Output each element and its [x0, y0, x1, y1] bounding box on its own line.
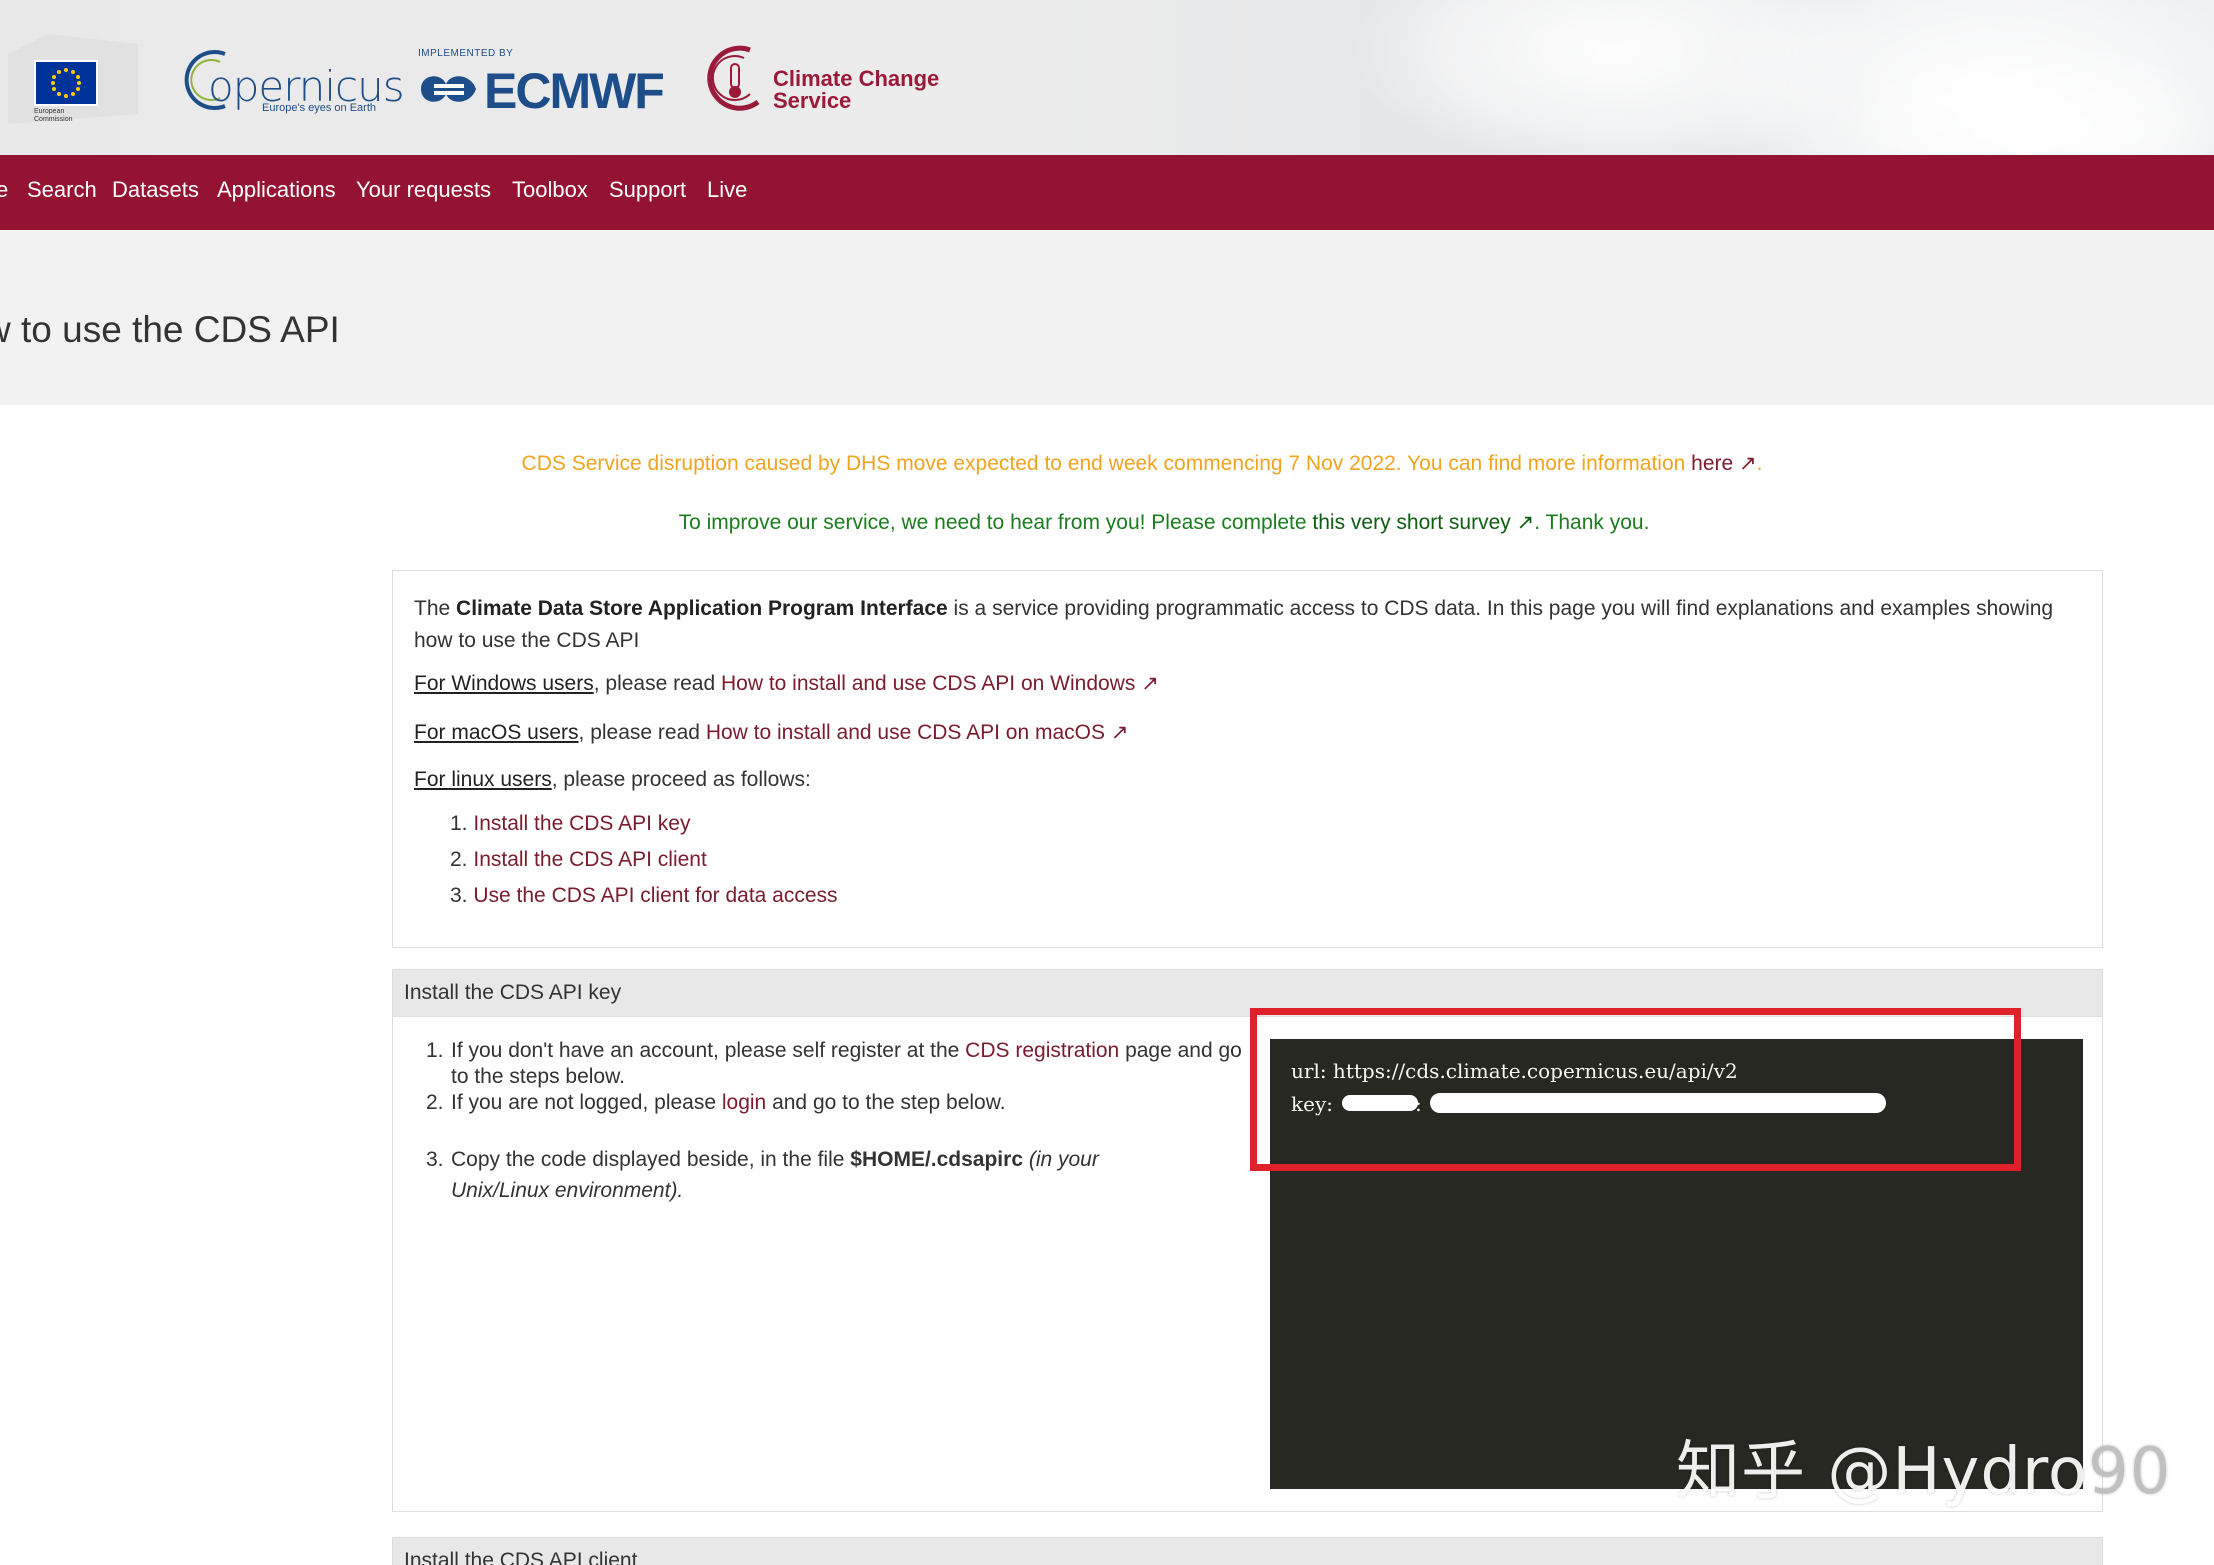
panel-heading-text: Install the CDS API client	[404, 1549, 638, 1565]
key-step-2: 2. If you are not logged, please login a…	[426, 1091, 1006, 1114]
disruption-notice: CDS Service disruption caused by DHS mov…	[521, 452, 1763, 475]
macos-install-link[interactable]: How to install and use CDS API on macOS	[706, 721, 1105, 744]
thermometer-globe-icon	[707, 45, 760, 111]
eu-flag-icon	[34, 60, 98, 106]
cds-registration-link[interactable]: CDS registration	[965, 1039, 1119, 1062]
linux-step-item: 2. Install the CDS API client	[450, 848, 707, 871]
macos-users-row: For macOS users, please read How to inst…	[414, 721, 1129, 744]
ecmwf-logo[interactable]: IMPLEMENTED BY ECMWF	[416, 48, 671, 119]
macos-users-label: For macOS users	[414, 721, 579, 744]
nav-item-search[interactable]: Search	[27, 177, 97, 203]
page-title: w to use the CDS API	[0, 309, 340, 350]
nav-item-home[interactable]: e	[0, 177, 8, 203]
site-header: European Commission opernicus Europe's e…	[0, 0, 2214, 155]
external-link-icon: ↗	[1733, 452, 1757, 475]
title-band: w to use the CDS API	[0, 230, 2214, 405]
external-link-icon: ↗	[1510, 511, 1535, 534]
highlight-frame	[1250, 1008, 2021, 1171]
windows-users-label: For Windows users	[414, 672, 594, 695]
use-client-link[interactable]: Use the CDS API client for data access	[473, 884, 837, 907]
ecmwf-wordmark: ECMWF	[484, 63, 665, 119]
panel-heading-text: Install the CDS API key	[404, 981, 622, 1004]
windows-users-row: For Windows users, please read How to in…	[414, 672, 1159, 695]
external-link-icon: ↗	[1135, 672, 1159, 695]
linux-users-label: For linux users	[414, 768, 552, 791]
eu-logo-label: European Commission	[34, 108, 73, 123]
install-client-link[interactable]: Install the CDS API client	[473, 848, 706, 871]
european-commission-logo[interactable]: European Commission	[8, 34, 138, 129]
nav-item-your-requests[interactable]: Your requests	[356, 177, 491, 203]
nav-item-live[interactable]: Live	[707, 177, 747, 203]
linux-step-item: 1. Install the CDS API key	[450, 812, 691, 835]
nav-item-datasets[interactable]: Datasets	[112, 177, 199, 203]
nav-item-applications[interactable]: Applications	[217, 177, 336, 203]
implemented-by-label: IMPLEMENTED BY	[418, 48, 514, 59]
linux-users-row: For linux users, please proceed as follo…	[414, 768, 811, 791]
install-key-link[interactable]: Install the CDS API key	[473, 812, 690, 835]
windows-install-link[interactable]: How to install and use CDS API on Window…	[721, 672, 1135, 695]
cds-api-bold: Climate Data Store Application Program I…	[456, 597, 948, 620]
linux-step-item: 3. Use the CDS API client for data acces…	[450, 884, 838, 907]
survey-notice: To improve our service, we need to hear …	[0, 510, 2214, 535]
copernicus-tagline: Europe's eyes on Earth	[262, 102, 377, 114]
disruption-text: CDS Service disruption caused by DHS mov…	[521, 452, 1692, 475]
external-link-icon: ↗	[1105, 721, 1129, 744]
main-nav: e Search Datasets Applications Your requ…	[0, 155, 2214, 230]
nav-item-support[interactable]: Support	[609, 177, 686, 203]
nav-item-toolbox[interactable]: Toolbox	[512, 177, 588, 203]
key-step-1: 1. If you don't have an account, please …	[426, 1039, 1242, 1088]
zhihu-watermark: 知乎 @Hydro90	[1676, 1435, 2172, 1509]
ecmwf-symbol-icon	[421, 76, 476, 102]
survey-text: To improve our service, we need to hear …	[678, 511, 1313, 534]
intro-paragraph: The Climate Data Store Application Progr…	[414, 597, 2054, 652]
survey-link[interactable]: this very short survey	[1312, 511, 1510, 534]
cdsapirc-path: $HOME/.cdsapirc	[850, 1148, 1023, 1171]
intro-box: The Climate Data Store Application Progr…	[392, 570, 2103, 948]
disruption-here-link[interactable]: here	[1691, 452, 1733, 475]
login-link[interactable]: login	[722, 1091, 766, 1114]
copernicus-logo[interactable]: opernicus Europe's eyes on Earth	[180, 40, 405, 120]
survey-tail: . Thank you.	[1534, 511, 1650, 534]
key-step-3: 3. Copy the code displayed beside, in th…	[426, 1148, 1099, 1202]
climate-change-service-logo[interactable]: Climate Change Service	[700, 40, 940, 120]
ccs-wordmark-line2: Service	[773, 88, 852, 113]
install-client-panel: Install the CDS API client	[392, 1537, 2103, 1565]
